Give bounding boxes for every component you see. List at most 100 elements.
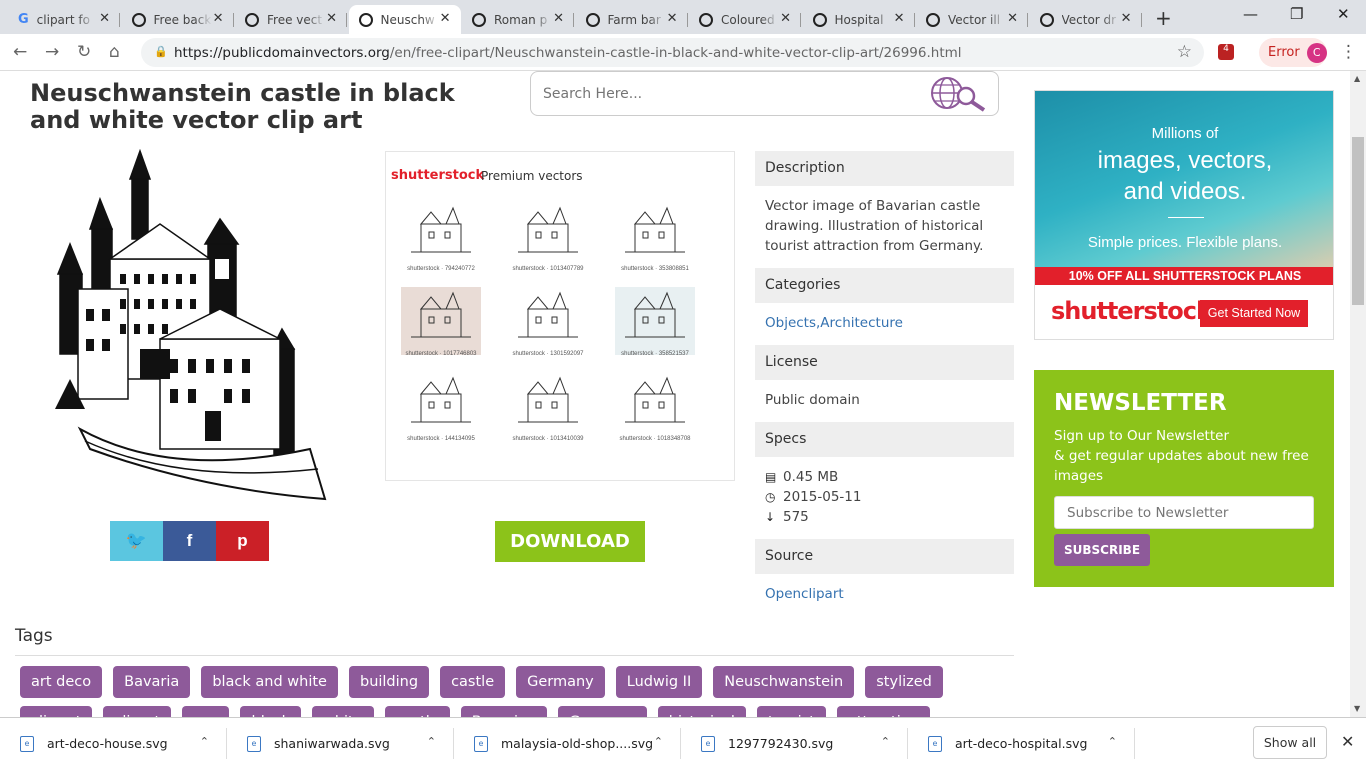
tab[interactable]: Roman p ✕ (462, 5, 574, 34)
tag-chip[interactable]: black (240, 706, 301, 717)
download-item[interactable]: e art-deco-house.svg ⌃ (0, 718, 227, 769)
forward-icon[interactable]: → (45, 42, 59, 62)
tab-close-icon[interactable]: ✕ (1007, 11, 1018, 26)
tag-chip[interactable]: Bavaria (113, 666, 191, 698)
extension-icon[interactable]: 4 (1218, 44, 1234, 60)
ad-thumbnail[interactable]: shutterstock · 358521537 (615, 287, 695, 357)
tab[interactable]: Gclipart fo ✕ (8, 5, 120, 34)
tag-chip[interactable]: Neuschwanstein (713, 666, 855, 698)
description-heading: Description (755, 151, 1014, 186)
tag-chip[interactable]: Bavarian (460, 706, 548, 717)
source-link[interactable]: Openclipart (765, 586, 844, 602)
tab-close-icon[interactable]: ✕ (894, 11, 905, 26)
ad-thumbnail[interactable]: shutterstock · 1013410039 (508, 372, 588, 442)
tab-close-icon[interactable]: ✕ (780, 11, 791, 26)
chevron-up-icon[interactable]: ⌃ (200, 735, 209, 748)
tag-chip[interactable]: tourist (756, 706, 826, 717)
categories-link[interactable]: Objects,Architecture (765, 315, 903, 331)
tag-list: art deco Bavaria black and white building ca… (20, 666, 1020, 717)
page-scrollbar[interactable]: ▲ ▼ (1350, 71, 1366, 717)
chevron-up-icon[interactable]: ⌃ (427, 735, 436, 748)
lock-icon[interactable]: 🔒 (154, 45, 168, 58)
home-icon[interactable]: ⌂ (109, 42, 120, 62)
download-button[interactable]: DOWNLOAD (495, 521, 645, 562)
scrollbar-thumb[interactable] (1352, 137, 1364, 305)
tag-chip[interactable]: castle (440, 666, 506, 698)
download-item[interactable]: e shaniwarwada.svg ⌃ (227, 718, 454, 769)
tag-chip[interactable]: Germany (558, 706, 647, 717)
tag-chip[interactable]: art deco (20, 666, 103, 698)
tab[interactable]: Coloured ✕ (689, 5, 801, 34)
ad-thumbnail[interactable]: shutterstock · 353808851 (615, 202, 695, 272)
castle-image[interactable] (50, 149, 340, 501)
tag-chip[interactable]: Ludwig II (615, 666, 703, 698)
tab-title: Hospital (834, 12, 884, 27)
chevron-up-icon[interactable]: ⌃ (654, 735, 663, 748)
ad-thumbnail[interactable]: shutterstock · 1013407789 (508, 202, 588, 272)
scroll-up-icon[interactable]: ▲ (1354, 74, 1360, 83)
tab-close-icon[interactable]: ✕ (213, 11, 224, 26)
ad-thumbnail[interactable]: shutterstock · 144134095 (401, 372, 481, 442)
tab-close-icon[interactable]: ✕ (553, 11, 564, 26)
tab[interactable]: Free vect ✕ (235, 5, 347, 34)
restore-button[interactable]: ❐ (1290, 5, 1303, 23)
page-content: Neuschwanstein castle in black and white… (0, 71, 1350, 717)
download-item[interactable]: e art-deco-hospital.svg ⌃ (908, 718, 1135, 769)
facebook-icon[interactable]: f (163, 521, 216, 561)
tag-chip[interactable]: white (311, 706, 374, 717)
tab[interactable]: Hospital ✕ (803, 5, 915, 34)
tag-chip[interactable]: Germany (516, 666, 605, 698)
reload-icon[interactable]: ↻ (77, 42, 91, 62)
chevron-up-icon[interactable]: ⌃ (1108, 735, 1117, 748)
tag-chip[interactable]: svg (182, 706, 230, 717)
bookmark-star-icon[interactable]: ☆ (1177, 42, 1192, 62)
tag-chip[interactable]: black and white (201, 666, 338, 698)
newsletter-email-input[interactable] (1054, 496, 1314, 529)
download-item[interactable]: e 1297792430.svg ⌃ (681, 718, 908, 769)
pinterest-icon[interactable]: p (216, 521, 269, 561)
show-all-button[interactable]: Show all (1253, 726, 1327, 759)
ad-thumbnail[interactable]: shutterstock · 1301592097 (508, 287, 588, 357)
tag-chip[interactable]: clipart (103, 706, 172, 717)
back-icon[interactable]: ← (13, 42, 27, 62)
profile-error-chip[interactable]: Error C (1259, 38, 1327, 67)
tag-chip[interactable]: building (348, 666, 430, 698)
tab[interactable]: Farm bar ✕ (576, 5, 688, 34)
minimize-button[interactable]: — (1243, 5, 1258, 23)
shutterstock-ad[interactable]: shutterstock Premium vectors shutterstoc… (385, 151, 735, 481)
kebab-menu-icon[interactable]: ⋮ (1340, 42, 1357, 62)
ad-thumbnail[interactable]: shutterstock · 794240772 (401, 202, 481, 272)
scroll-down-icon[interactable]: ▼ (1354, 704, 1360, 713)
chevron-up-icon[interactable]: ⌃ (881, 735, 890, 748)
tag-chip[interactable]: historical (657, 706, 746, 717)
ad-thumbnail[interactable]: shutterstock · 1018348708 (615, 372, 695, 442)
tab[interactable]: Neuschw ✕ (348, 5, 461, 34)
tag-chip[interactable]: clip art (20, 706, 93, 717)
search-globe-icon[interactable] (928, 74, 990, 112)
newsletter-heading: NEWSLETTER (1054, 390, 1227, 416)
close-icon[interactable]: ✕ (1341, 732, 1354, 751)
tab[interactable]: Vector ill ✕ (916, 5, 1028, 34)
tab-close-icon[interactable]: ✕ (326, 11, 337, 26)
download-shelf: e art-deco-house.svg ⌃ e shaniwarwada.svg ⌃ e m… (0, 717, 1366, 768)
tab-close-icon[interactable]: ✕ (440, 11, 451, 26)
tab-close-icon[interactable]: ✕ (667, 11, 678, 26)
tag-chip[interactable]: stylized (865, 666, 943, 698)
shutterstock-banner-ad[interactable]: Millions of images, vectors, and videos. … (1034, 90, 1334, 340)
twitter-icon[interactable]: 🐦 (110, 521, 163, 561)
ad-thumbnail[interactable]: shutterstock · 1017746803 (401, 287, 481, 357)
tab[interactable]: Vector dr ✕ (1030, 5, 1142, 34)
get-started-button[interactable]: Get Started Now (1200, 300, 1308, 327)
new-tab-button[interactable]: + (1155, 6, 1172, 30)
download-item[interactable]: e malaysia-old-shop....svg ⌃ (454, 718, 681, 769)
tab[interactable]: Free back ✕ (122, 5, 234, 34)
close-window-button[interactable]: ✕ (1337, 5, 1350, 23)
tab-close-icon[interactable]: ✕ (99, 11, 110, 26)
subscribe-button[interactable]: SUBSCRIBE (1054, 534, 1150, 566)
castle-sketch-icon (625, 206, 685, 253)
tab-close-icon[interactable]: ✕ (1121, 11, 1132, 26)
address-bar[interactable]: 🔒 https://publicdomainvectors.org/en/fre… (141, 38, 1204, 67)
clock-icon: ◷ (765, 490, 776, 504)
tag-chip[interactable]: attraction (836, 706, 930, 717)
tag-chip[interactable]: castle (384, 706, 450, 717)
